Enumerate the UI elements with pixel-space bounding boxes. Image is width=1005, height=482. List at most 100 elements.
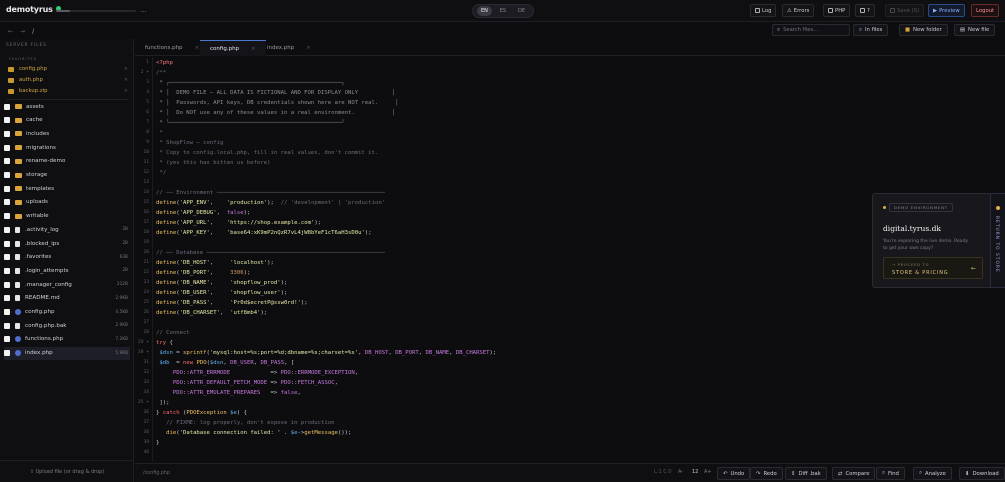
folder-item[interactable]: storage bbox=[4, 169, 130, 182]
code-line[interactable]: // FIXME: log properly, don't expose in … bbox=[156, 420, 334, 426]
breadcrumb-root[interactable]: / bbox=[32, 28, 34, 35]
code-line[interactable]: // ── Database ─────────────────────────… bbox=[156, 250, 385, 256]
select-checkbox[interactable] bbox=[4, 309, 10, 315]
code-line[interactable]: define('DB_PORT', 3306); bbox=[156, 270, 250, 276]
code-line[interactable]: <?php bbox=[156, 60, 173, 66]
code-line[interactable]: * Copy to config.local.php, fill in real… bbox=[156, 150, 378, 156]
font-increase-button[interactable]: A+ bbox=[704, 469, 712, 475]
code-line[interactable]: define('DB_USER', 'shopflow_user'); bbox=[156, 290, 287, 296]
upload-dropzone[interactable]: ⇧ Upload file (or drag & drop) bbox=[0, 460, 134, 482]
php-button[interactable]: PHP bbox=[823, 4, 851, 17]
select-checkbox[interactable] bbox=[4, 185, 10, 192]
code-line[interactable]: * │ Passwords, API keys, DB credentials … bbox=[156, 100, 398, 106]
code-line[interactable]: * │ Do NOT use any of these values in a … bbox=[156, 110, 395, 116]
favorite-item[interactable]: backup.zip × bbox=[8, 87, 128, 95]
select-checkbox[interactable] bbox=[4, 117, 10, 124]
code-line[interactable]: $dsn = sprintf('mysql:host=%s;port=%d;db… bbox=[156, 350, 496, 356]
code-line[interactable]: define('APP_KEY', 'base64:xK9mP2nQzR7vL4… bbox=[156, 230, 372, 236]
app-logo[interactable]: demotyrus bbox=[6, 5, 61, 14]
file-item[interactable]: .blocked_ips 2B bbox=[4, 237, 130, 250]
select-checkbox[interactable] bbox=[4, 267, 10, 274]
code-line[interactable]: define('APP_URL', 'https://shop.example.… bbox=[156, 220, 321, 226]
folder-item[interactable]: uploads bbox=[4, 196, 130, 209]
more-menu-icon[interactable]: ... bbox=[140, 6, 147, 14]
diff-button[interactable]: ⇕ Diff .bak bbox=[785, 467, 827, 480]
code-line[interactable]: * (yes this has bitten us before) bbox=[156, 160, 270, 166]
preview-button[interactable]: ▶ Preview bbox=[928, 4, 965, 17]
find-button[interactable]: ⌕ Find bbox=[876, 467, 905, 480]
tab-functions[interactable]: functions.php × bbox=[135, 40, 209, 56]
remove-favorite-icon[interactable]: × bbox=[124, 88, 128, 94]
select-checkbox[interactable] bbox=[4, 281, 10, 288]
code-line[interactable]: define('APP_DEBUG', false); bbox=[156, 210, 250, 216]
file-item[interactable]: config.php.bak 2.9KB bbox=[4, 319, 130, 332]
select-checkbox[interactable] bbox=[4, 130, 10, 137]
help-button[interactable]: ? bbox=[855, 4, 875, 17]
log-button[interactable]: Log bbox=[750, 4, 777, 17]
favorite-item[interactable]: auth.php × bbox=[8, 76, 128, 84]
code-line[interactable]: * ┌─────────────────────────────────────… bbox=[156, 80, 344, 86]
file-item[interactable]: functions.php 7.2KB bbox=[4, 333, 130, 346]
lang-de[interactable]: DE bbox=[514, 6, 529, 16]
in-files-button[interactable]: ⌕ In files bbox=[853, 24, 889, 36]
file-search[interactable]: ⌕ bbox=[772, 24, 850, 36]
code-line[interactable]: */ bbox=[156, 170, 166, 176]
return-to-store-tab[interactable]: RETURN TO STORE bbox=[990, 193, 1005, 288]
file-item[interactable]: .favorites 63B bbox=[4, 251, 130, 264]
close-icon[interactable]: × bbox=[306, 45, 311, 51]
new-file-button[interactable]: ▤ New file bbox=[954, 24, 996, 36]
save-button[interactable]: Save (S) bbox=[885, 4, 925, 17]
select-checkbox[interactable] bbox=[4, 322, 10, 329]
back-icon[interactable]: ← bbox=[8, 28, 13, 35]
lang-en[interactable]: EN bbox=[476, 6, 492, 16]
select-checkbox[interactable] bbox=[4, 144, 10, 151]
code-line[interactable]: define('DB_PASS', 'Pr0d$ecretP@ssw0rd!')… bbox=[156, 300, 308, 306]
code-line[interactable]: define('APP_ENV', 'production'); // 'dev… bbox=[156, 200, 385, 206]
code-line[interactable]: } bbox=[156, 440, 159, 446]
code-line[interactable]: } catch (PDOException $e) { bbox=[156, 410, 247, 416]
select-checkbox[interactable] bbox=[4, 199, 10, 206]
forward-icon[interactable]: → bbox=[20, 28, 25, 35]
download-button[interactable]: ⬇ Download bbox=[959, 467, 1005, 480]
remove-favorite-icon[interactable]: × bbox=[124, 77, 128, 83]
code-line[interactable]: * ShopFlow — config bbox=[156, 140, 223, 146]
code-line[interactable]: * │ DEMO FILE — ALL DATA IS FICTIONAL AN… bbox=[156, 90, 395, 96]
code-line[interactable]: * └─────────────────────────────────────… bbox=[156, 120, 344, 126]
lang-es[interactable]: ES bbox=[496, 6, 510, 16]
code-line[interactable]: // ── Environment ──────────────────────… bbox=[156, 190, 385, 196]
code-line[interactable]: $db = new PDO($dsn, DB_USER, DB_PASS, [ bbox=[156, 360, 294, 366]
select-checkbox[interactable] bbox=[4, 350, 10, 357]
folder-item[interactable]: includes bbox=[4, 127, 130, 140]
logout-button[interactable]: Logout bbox=[971, 4, 1000, 17]
code-line[interactable]: define('DB_CHARSET', 'utf8mb4'); bbox=[156, 310, 267, 316]
close-icon[interactable]: × bbox=[251, 46, 256, 52]
language-switcher[interactable]: EN ES DE bbox=[472, 4, 534, 18]
select-checkbox[interactable] bbox=[4, 103, 10, 110]
folder-item[interactable]: rename-demo bbox=[4, 155, 130, 168]
code-line[interactable]: /** bbox=[156, 70, 166, 76]
compare-button[interactable]: ⇄ Compare bbox=[832, 467, 876, 480]
file-item[interactable]: .manager_config 212B bbox=[4, 278, 130, 291]
select-checkbox[interactable] bbox=[4, 254, 10, 261]
code-line[interactable]: define('DB_HOST', 'localhost'); bbox=[156, 260, 274, 266]
code-line[interactable]: * bbox=[156, 130, 162, 136]
tab-config[interactable]: config.php × bbox=[200, 40, 266, 56]
code-line[interactable]: // Connect bbox=[156, 330, 190, 336]
redo-button[interactable]: ↷ Redo bbox=[750, 467, 783, 480]
undo-button[interactable]: ↶ Undo bbox=[717, 467, 751, 480]
select-checkbox[interactable] bbox=[4, 226, 10, 233]
font-decrease-button[interactable]: A- bbox=[678, 469, 683, 475]
code-line[interactable]: ]); bbox=[156, 400, 169, 406]
code-line[interactable]: PDO::ATTR_ERRMODE => PDO::ERRMODE_EXCEPT… bbox=[156, 370, 358, 376]
select-checkbox[interactable] bbox=[4, 213, 10, 220]
favorite-item[interactable]: config.php × bbox=[8, 65, 128, 73]
code-line[interactable]: try { bbox=[156, 340, 173, 346]
errors-button[interactable]: ⚠ Errors bbox=[782, 4, 815, 17]
file-item[interactable]: config.php 4.5KB bbox=[4, 306, 130, 319]
file-item[interactable]: .activity_log 2B bbox=[4, 223, 130, 236]
folder-item[interactable]: writable bbox=[4, 210, 130, 223]
code-line[interactable]: PDO::ATTR_EMULATE_PREPARES => false, bbox=[156, 390, 301, 396]
select-checkbox[interactable] bbox=[4, 240, 10, 247]
folder-item[interactable]: cache bbox=[4, 114, 130, 127]
select-checkbox[interactable] bbox=[4, 158, 10, 165]
